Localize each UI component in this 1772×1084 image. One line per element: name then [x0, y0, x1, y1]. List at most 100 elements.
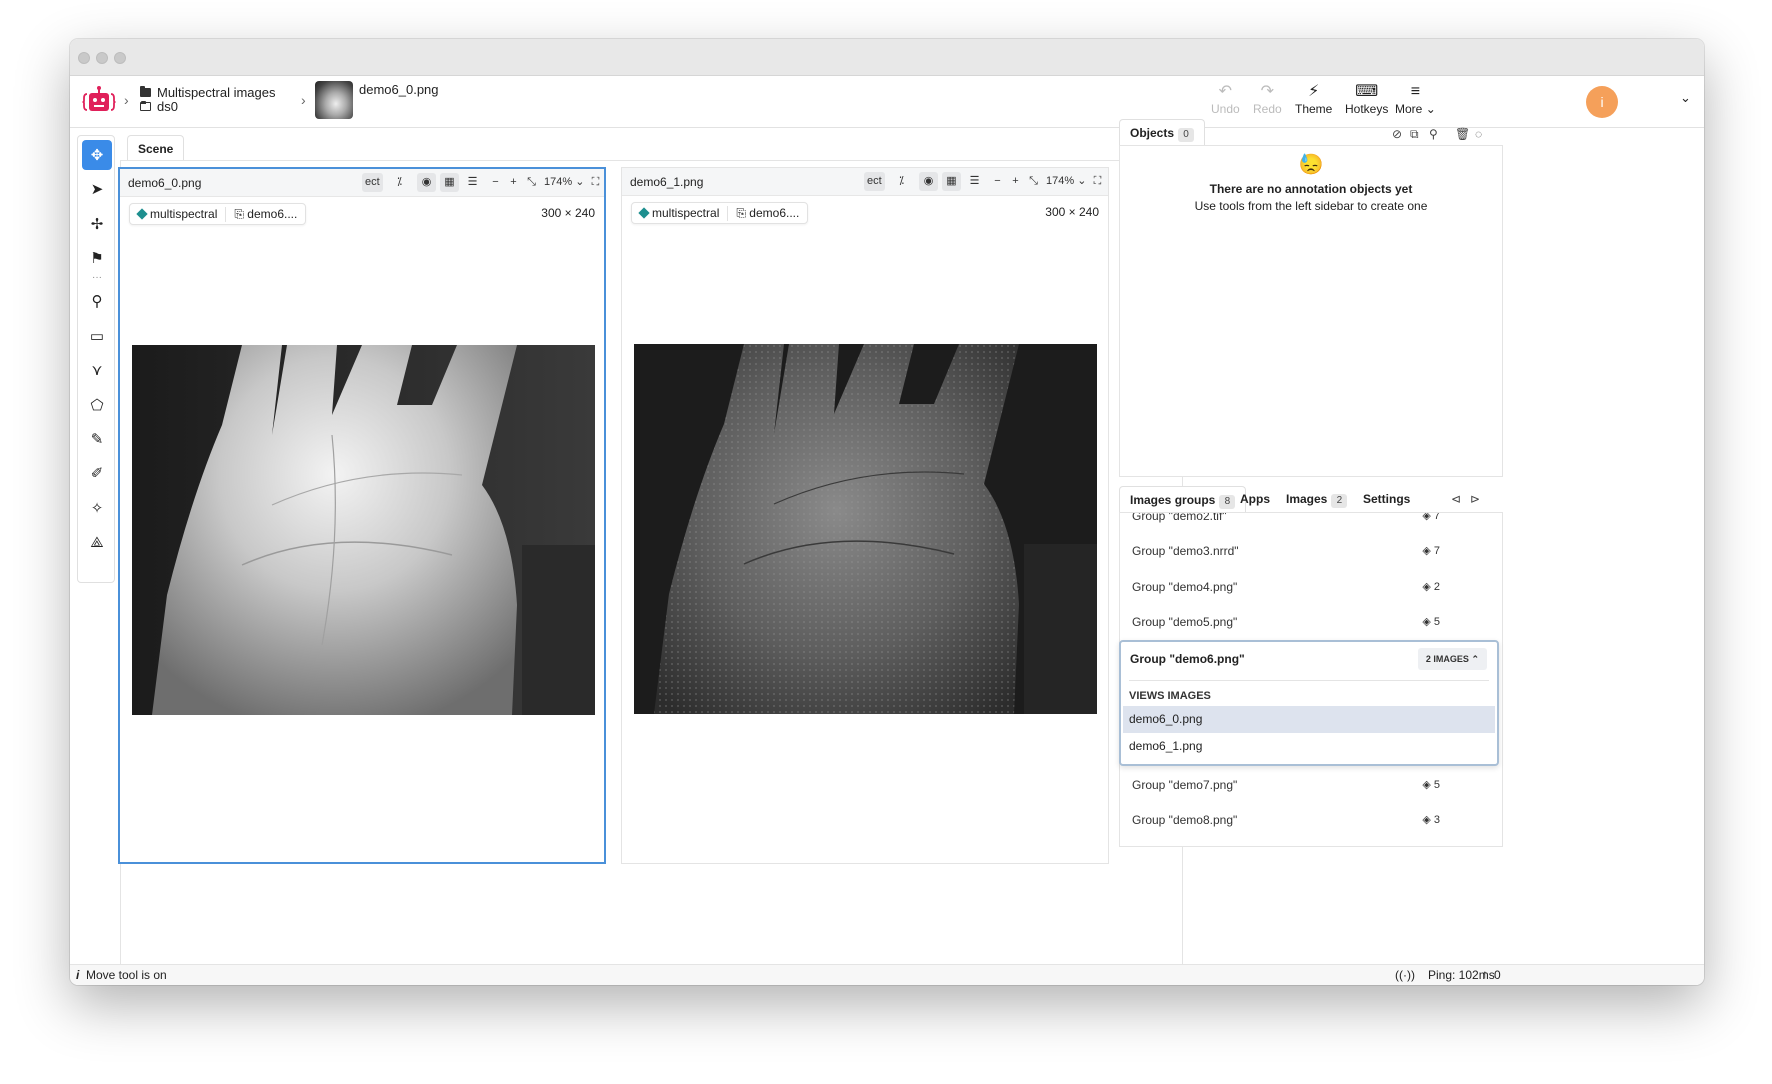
percent-icon[interactable]: ⁒ [892, 172, 911, 191]
close-window-button[interactable] [78, 52, 90, 64]
tab-images[interactable]: Images 2 [1276, 486, 1357, 512]
tab-apps[interactable]: Apps [1230, 486, 1280, 512]
dataset-name[interactable]: ds0 [157, 99, 178, 114]
tag-multispectral[interactable]: multispectral [632, 206, 727, 220]
group-expanded[interactable]: Group "demo6.png" 2 IMAGES ⌃ VIEWS IMAGE… [1119, 640, 1499, 766]
palette-icon[interactable]: ◉ [417, 173, 436, 192]
move-tool-icon[interactable]: ✥ [82, 140, 112, 170]
zoom-level-select[interactable]: 174% ⌄ [541, 173, 587, 192]
title-bar [70, 39, 1704, 76]
tag-icon [136, 208, 148, 220]
palette-icon[interactable]: ◉ [919, 172, 938, 191]
grid-icon[interactable]: ▦ [440, 173, 459, 192]
tag-multispectral[interactable]: multispectral [130, 207, 225, 221]
hide-icon[interactable]: ⊘ [1392, 127, 1402, 141]
select-pointer-icon[interactable]: ➤ [82, 174, 112, 204]
viewer-image-name: demo6_1.png [630, 175, 704, 189]
sliders-icon[interactable]: ☰ [965, 172, 984, 191]
viewer-toolbar: demo6_0.png ect ⁒ ◉ ▦ ☰ − + ⤡ 174% ⌄ ⛶ [120, 169, 604, 197]
group-row[interactable]: Group "demo5.png" ◈ 5 [1132, 604, 1480, 639]
image-viewer-1[interactable]: demo6_0.png ect ⁒ ◉ ▦ ☰ − + ⤡ 174% ⌄ ⛶ m… [118, 167, 606, 864]
magic-wand-icon[interactable]: ✧ [82, 493, 112, 523]
tab-scene[interactable]: Scene [127, 135, 185, 161]
skeleton-keypoint-icon[interactable]: ⚲ [82, 286, 112, 316]
file-tag[interactable]: ⎘ demo6.... [727, 205, 807, 221]
zoom-level-select[interactable]: 174% ⌄ [1043, 172, 1089, 191]
zoom-out-icon[interactable]: − [988, 172, 1007, 191]
view-mode-button[interactable]: ect [864, 172, 885, 191]
group-row[interactable]: Group "demo8.png" ◈ 3 [1132, 802, 1480, 837]
viewer-image-name: demo6_0.png [128, 176, 202, 190]
fit-icon[interactable]: ⤡ [522, 173, 541, 192]
breadcrumb-chevron-icon: › [301, 92, 306, 108]
empty-title: There are no annotation objects yet [1209, 182, 1413, 196]
group-row[interactable]: Group "demo3.nrrd" ◈ 7 [1132, 533, 1480, 568]
percent-icon[interactable]: ⁒ [390, 173, 409, 192]
more-button[interactable]: ≡ More ⌄ [1395, 82, 1436, 116]
zoom-out-icon[interactable]: − [486, 173, 505, 192]
header-chevron-down-icon[interactable]: ⌄ [1680, 90, 1691, 106]
breadcrumb-chevron-icon: › [124, 92, 129, 108]
next-circle-icon[interactable]: ⊳ [1470, 492, 1480, 506]
tab-objects[interactable]: Objects 0 [1119, 119, 1206, 145]
image-viewer-2[interactable]: demo6_1.png ect ⁒ ◉ ▦ ☰ − + ⤡ 174% ⌄ ⛶ m… [621, 167, 1109, 864]
redo-button[interactable]: ↷ Redo [1253, 82, 1282, 116]
robot-logo-icon[interactable] [81, 84, 117, 120]
zoom-in-icon[interactable]: + [1006, 172, 1025, 191]
minimize-window-button[interactable] [96, 52, 108, 64]
rectangle-icon[interactable]: ▭ [82, 321, 112, 351]
filter-icon[interactable]: ⚲ [1429, 127, 1438, 141]
visibility-off-icon[interactable]: ◌ [1475, 127, 1482, 141]
group-image-item-selected[interactable]: demo6_0.png [1123, 706, 1495, 733]
breadcrumb-project[interactable]: Multispectral images [140, 85, 276, 100]
graph-nodes-icon[interactable]: ⟁ [82, 527, 112, 557]
delete-icon[interactable]: 🗑︎ [1455, 127, 1470, 141]
brush-icon[interactable]: ✎ [82, 424, 112, 454]
tag-icon [638, 207, 650, 219]
breadcrumb-dataset[interactable]: ds0 [140, 99, 178, 114]
sliders-icon[interactable]: ☰ [463, 173, 482, 192]
fullscreen-icon[interactable]: ⛶ [586, 173, 605, 192]
zoom-window-button[interactable] [114, 52, 126, 64]
grid-icon[interactable]: ▦ [942, 172, 961, 191]
image-dimensions: 300 × 240 [541, 206, 595, 220]
flag-icon[interactable]: ⚑ [82, 243, 112, 273]
info-icon: i [76, 968, 80, 982]
keyboard-icon: ⌨ [1355, 83, 1379, 100]
tab-images-groups[interactable]: Images groups 8 [1119, 486, 1247, 512]
polyline-icon[interactable]: ⋎ [82, 355, 112, 385]
pan-arrows-icon[interactable]: ✢ [82, 209, 112, 239]
user-avatar[interactable]: i [1586, 86, 1618, 118]
group-row[interactable]: Group "demo2.tif" ◈ 7 [1132, 513, 1480, 533]
hand-image-bright[interactable] [132, 345, 595, 715]
tools-sidebar: ✥ ➤ ✢ ⚑ ··· ⚲ ▭ ⋎ ⬠ ✎ ✐ ✧ ⟁ [77, 135, 115, 583]
file-tag[interactable]: ⎘ demo6.... [225, 206, 305, 222]
hand-image-dark[interactable] [634, 344, 1097, 714]
prev-circle-icon[interactable]: ⊲ [1451, 492, 1461, 506]
group-expanded-name: Group "demo6.png" [1130, 652, 1245, 666]
empty-hint: Use tools from the left sidebar to creat… [1194, 199, 1428, 213]
group-row[interactable]: Group "demo4.png" ◈ 2 [1132, 569, 1480, 604]
group-row[interactable]: Group "demo7.png" ◈ 5 [1132, 767, 1480, 802]
images-count-toggle[interactable]: 2 IMAGES ⌃ [1417, 648, 1487, 670]
sad-emoji-icon: 😓 [1298, 154, 1324, 176]
theme-button[interactable]: ⚡︎ Theme [1295, 82, 1332, 116]
folder-icon [140, 86, 151, 97]
eraser-brush-icon[interactable]: ✐ [82, 458, 112, 488]
fullscreen-icon[interactable]: ⛶ [1088, 172, 1107, 191]
layers-icon: ◈ [1422, 545, 1431, 557]
hotkeys-button[interactable]: ⌨ Hotkeys [1345, 82, 1388, 116]
layers-icon: ◈ [1422, 779, 1431, 791]
group-image-item[interactable]: demo6_1.png [1123, 733, 1495, 760]
image-thumbnail [315, 81, 353, 119]
fit-icon[interactable]: ⤡ [1024, 172, 1043, 191]
zoom-in-icon[interactable]: + [504, 173, 523, 192]
upload-count: 0 [1494, 968, 1501, 982]
undo-button[interactable]: ↶ Undo [1211, 82, 1240, 116]
copy-icon[interactable]: ⧉ [1410, 127, 1419, 142]
view-mode-button[interactable]: ect [362, 173, 383, 192]
tab-settings[interactable]: Settings [1353, 486, 1420, 512]
status-bar: i Move tool is on ((·)) Ping: 102ms ↑ 0 [70, 964, 1704, 985]
project-name[interactable]: Multispectral images [157, 85, 276, 100]
polygon-icon[interactable]: ⬠ [82, 390, 112, 420]
